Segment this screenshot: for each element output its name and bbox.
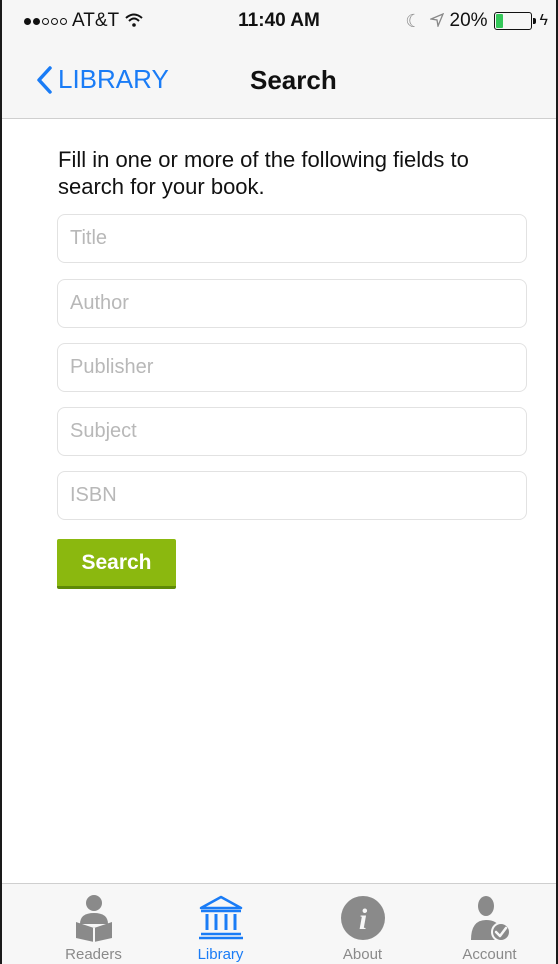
tab-account[interactable]: Account	[420, 884, 558, 964]
title-field[interactable]	[57, 214, 527, 263]
phone-screen: AT&T 11:40 AM ☾ 20% ϟ LIBRARY Search Fil…	[0, 0, 558, 964]
tab-about-label: About	[342, 946, 383, 963]
tab-readers[interactable]: Readers	[24, 884, 163, 964]
info-icon: i	[293, 894, 432, 944]
readers-icon	[24, 894, 163, 944]
tab-bar: Readers Library i About Account	[2, 883, 556, 964]
screen-edge-left	[0, 0, 2, 964]
svg-text:i: i	[358, 903, 367, 936]
tab-account-label: Account	[462, 946, 517, 963]
battery-tip	[532, 18, 536, 24]
moon-icon: ☾	[405, 10, 422, 31]
tab-library[interactable]: Library	[151, 884, 290, 964]
battery-icon	[493, 12, 536, 30]
battery-fill	[495, 14, 503, 28]
navigation-bar: LIBRARY Search	[2, 40, 556, 119]
back-button-label: LIBRARY	[58, 64, 169, 94]
subject-field[interactable]	[57, 407, 527, 456]
search-button[interactable]: Search	[57, 539, 176, 589]
account-icon	[420, 894, 558, 944]
back-button[interactable]: LIBRARY	[36, 64, 169, 95]
location-arrow-icon	[428, 11, 444, 32]
chevron-left-icon	[37, 65, 52, 94]
isbn-field[interactable]	[57, 471, 527, 520]
publisher-field[interactable]	[57, 343, 527, 392]
charging-bolt-icon: ϟ	[539, 12, 548, 29]
page-title: Search	[250, 65, 337, 95]
battery-percent: 20%	[449, 10, 488, 31]
status-right: ☾ 20% ϟ	[405, 10, 548, 32]
tab-about[interactable]: i About	[293, 884, 432, 964]
search-instructions: Fill in one or more of the following fie…	[58, 147, 469, 199]
tab-library-label: Library	[197, 946, 244, 963]
library-icon	[151, 894, 290, 944]
tab-readers-label: Readers	[65, 946, 122, 963]
status-bar: AT&T 11:40 AM ☾ 20% ϟ	[2, 0, 556, 40]
author-field[interactable]	[57, 279, 527, 328]
